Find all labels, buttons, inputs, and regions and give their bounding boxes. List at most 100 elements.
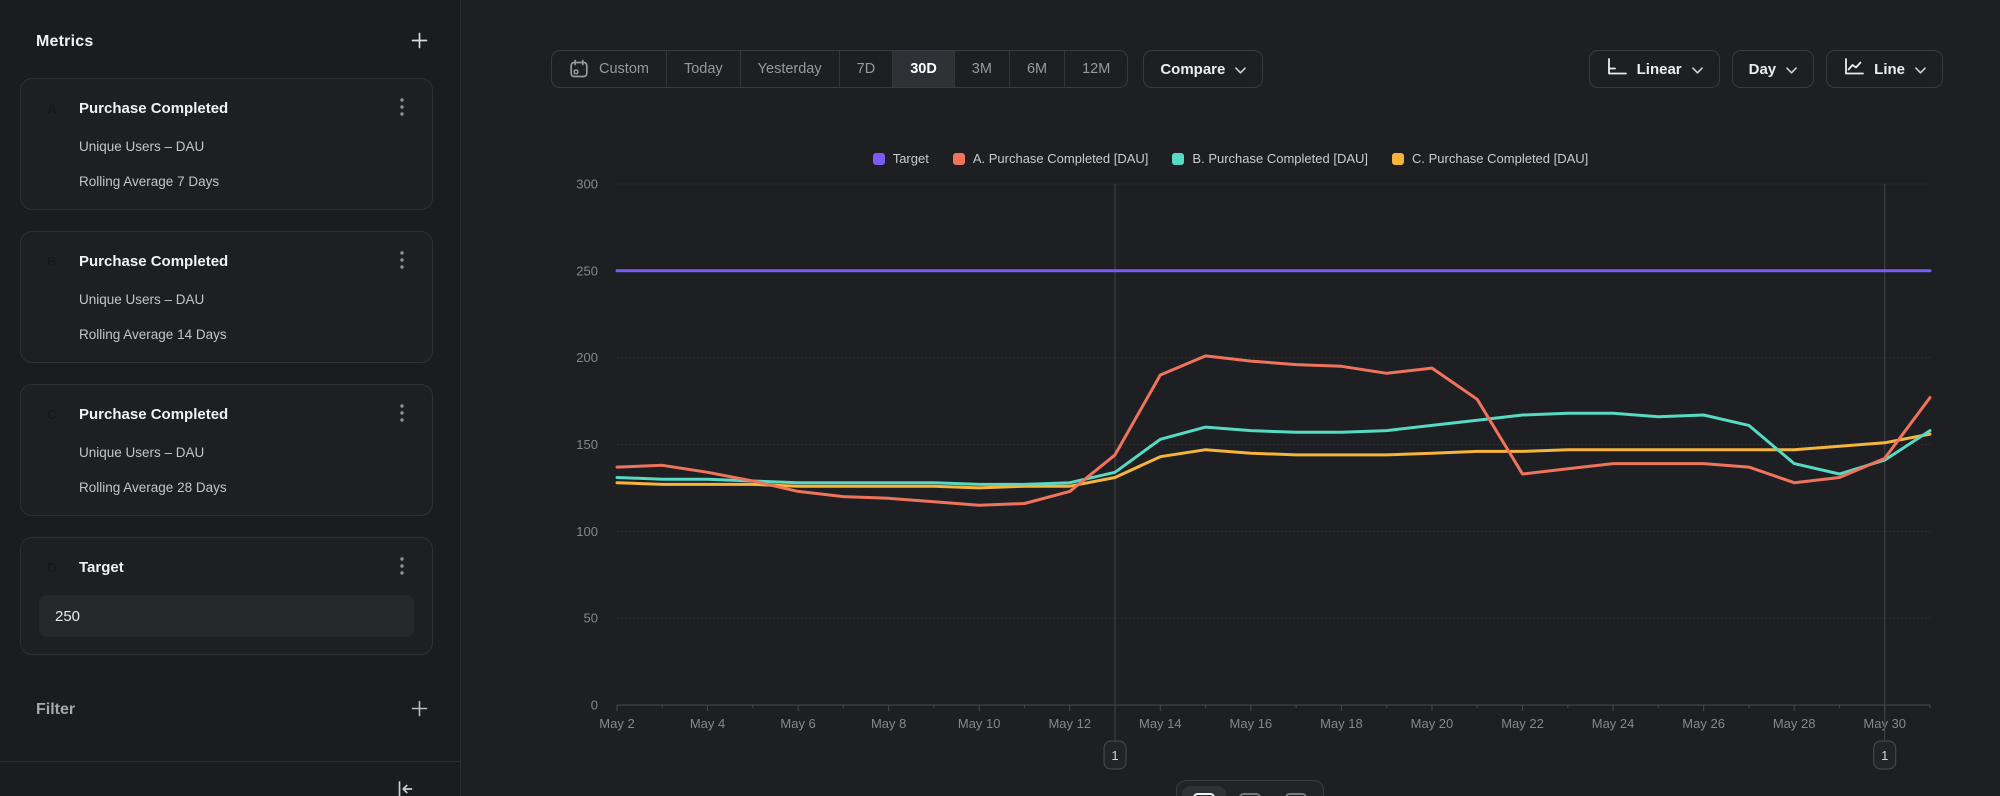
- range-label: Today: [684, 61, 723, 77]
- kebab-icon: [400, 557, 404, 578]
- x-axis-label: May 10: [958, 716, 1001, 731]
- metric-card-b: B Purchase Completed Unique Users – DAU …: [20, 231, 433, 363]
- add-filter-button[interactable]: [407, 698, 431, 722]
- x-axis-label: May 20: [1411, 716, 1454, 731]
- metric-rolling-average: Rolling Average 28 Days: [39, 478, 414, 497]
- chart-type-selector-button[interactable]: Line: [1826, 50, 1943, 88]
- target-badge-d: D: [39, 554, 65, 580]
- x-axis-label: May 2: [599, 716, 634, 731]
- calendar-icon: [569, 59, 589, 79]
- filter-title: Filter: [36, 701, 75, 719]
- range-segment-3m[interactable]: 3M: [955, 51, 1010, 87]
- collapse-sidebar-button[interactable]: [393, 778, 417, 796]
- add-metric-button[interactable]: [407, 30, 431, 54]
- metric-options-button[interactable]: [390, 402, 414, 426]
- metric-measure: Unique Users – DAU: [39, 137, 414, 156]
- metric-measure: Unique Users – DAU: [39, 290, 414, 309]
- chart-type-label: Line: [1874, 61, 1905, 78]
- compare-label: Compare: [1160, 61, 1225, 78]
- plus-icon: [411, 700, 428, 720]
- metric-title: Purchase Completed: [79, 406, 390, 423]
- line-chart-icon: [1843, 58, 1864, 81]
- metric-options-button[interactable]: [390, 249, 414, 273]
- range-label: 7D: [857, 61, 876, 77]
- range-segment-6m[interactable]: 6M: [1010, 51, 1065, 87]
- x-axis-label: May 16: [1230, 716, 1273, 731]
- app: Metrics A Purchase Completed Unique User…: [0, 0, 2000, 796]
- scale-selector-button[interactable]: Linear: [1589, 50, 1720, 88]
- line-chart[interactable]: 050100150200250300May 2May 4May 6May 8Ma…: [461, 116, 2000, 796]
- target-title: Target: [79, 559, 390, 576]
- chart-panel: Custom Today Yesterday 7D 30D 3M 6M 12M Compare…: [461, 0, 2000, 796]
- target-card: D Target: [20, 537, 433, 655]
- y-axis-label: 50: [584, 611, 598, 626]
- chart-view-toggle: [1176, 780, 1324, 796]
- target-value-input[interactable]: [39, 595, 414, 637]
- sidebar-header: Metrics: [20, 0, 433, 54]
- y-axis-label: 200: [576, 350, 598, 365]
- linear-scale-icon: [1606, 58, 1627, 81]
- interval-selector-button[interactable]: Day: [1732, 50, 1815, 88]
- y-axis-label: 0: [591, 698, 598, 713]
- metric-options-button[interactable]: [390, 96, 414, 120]
- date-range-selector: Custom Today Yesterday 7D 30D 3M 6M 12M: [551, 50, 1128, 88]
- x-axis-label: May 8: [871, 716, 906, 731]
- y-axis-label: 250: [576, 263, 598, 278]
- x-axis-label: May 26: [1682, 716, 1725, 731]
- y-axis-label: 100: [576, 524, 598, 539]
- compare-button[interactable]: Compare: [1143, 50, 1263, 88]
- kebab-icon: [400, 98, 404, 119]
- kebab-icon: [400, 404, 404, 425]
- range-segment-12m[interactable]: 12M: [1065, 51, 1127, 87]
- svg-text:1: 1: [1881, 748, 1888, 763]
- plus-icon: [411, 32, 428, 52]
- chevron-down-icon: [1915, 61, 1926, 78]
- chart-toolbar: Custom Today Yesterday 7D 30D 3M 6M 12M Compare…: [551, 50, 1943, 88]
- metric-card-a: A Purchase Completed Unique Users – DAU …: [20, 78, 433, 210]
- metric-badge-b: B: [39, 248, 65, 274]
- range-label: 30D: [910, 61, 937, 77]
- annotation-badge[interactable]: 1: [1104, 741, 1126, 769]
- metric-rolling-average: Rolling Average 14 Days: [39, 325, 414, 344]
- collapse-left-icon: [396, 780, 414, 796]
- chevron-down-icon: [1692, 61, 1703, 78]
- metric-rolling-average: Rolling Average 7 Days: [39, 172, 414, 191]
- x-axis-label: May 24: [1592, 716, 1635, 731]
- range-segment-7d[interactable]: 7D: [840, 51, 894, 87]
- metrics-title: Metrics: [36, 33, 93, 51]
- x-axis-label: May 4: [690, 716, 725, 731]
- table-view-button[interactable]: [1228, 786, 1272, 796]
- sidebar-divider: [0, 761, 460, 762]
- svg-text:1: 1: [1111, 748, 1118, 763]
- metric-badge-c: C: [39, 401, 65, 427]
- series-line[interactable]: [617, 434, 1930, 488]
- range-segment-yesterday[interactable]: Yesterday: [741, 51, 840, 87]
- metric-measure: Unique Users – DAU: [39, 443, 414, 462]
- annotation-badge[interactable]: 1: [1874, 741, 1896, 769]
- x-axis-label: May 28: [1773, 716, 1816, 731]
- range-label: 6M: [1027, 61, 1047, 77]
- x-axis-label: May 12: [1048, 716, 1091, 731]
- y-axis-label: 300: [576, 177, 598, 192]
- range-label: 12M: [1082, 61, 1110, 77]
- metric-badge-a: A: [39, 95, 65, 121]
- range-label: Custom: [599, 61, 649, 77]
- chevron-down-icon: [1235, 61, 1246, 78]
- metric-title: Purchase Completed: [79, 100, 390, 117]
- y-axis-label: 150: [576, 437, 598, 452]
- x-axis-label: May 18: [1320, 716, 1363, 731]
- range-segment-30d[interactable]: 30D: [893, 51, 955, 87]
- kebab-icon: [400, 251, 404, 272]
- chevron-down-icon: [1786, 61, 1797, 78]
- interval-label: Day: [1749, 61, 1777, 78]
- chart-view-button[interactable]: [1182, 786, 1226, 796]
- range-segment-today[interactable]: Today: [667, 51, 741, 87]
- details-view-button[interactable]: [1274, 786, 1318, 796]
- scale-label: Linear: [1637, 61, 1682, 78]
- x-axis-label: May 22: [1501, 716, 1544, 731]
- range-segment-custom[interactable]: Custom: [552, 51, 667, 87]
- target-options-button[interactable]: [390, 555, 414, 579]
- range-label: Yesterday: [758, 61, 822, 77]
- metric-title: Purchase Completed: [79, 253, 390, 270]
- range-label: 3M: [972, 61, 992, 77]
